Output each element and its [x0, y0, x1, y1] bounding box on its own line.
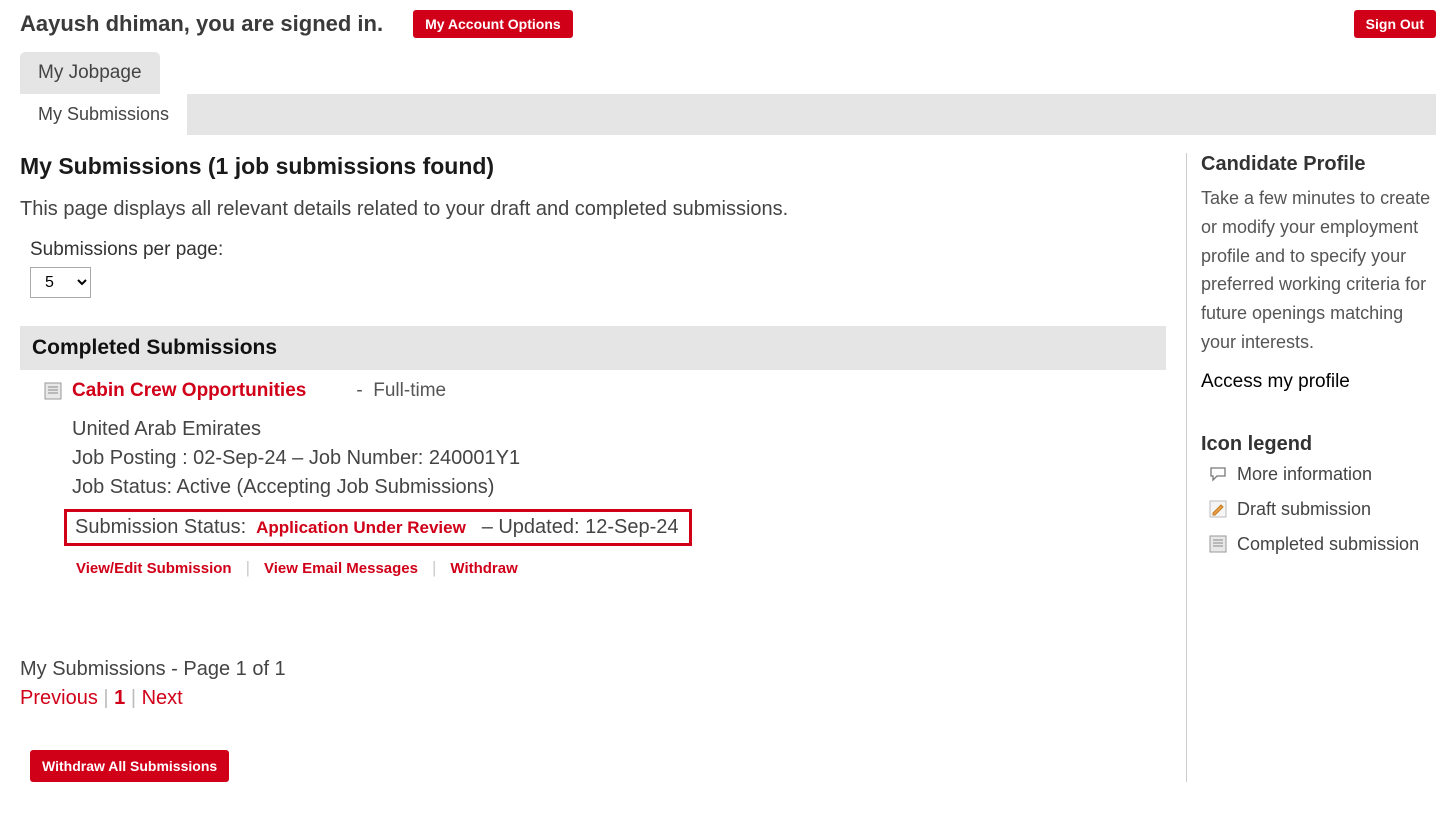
job-posting-line: Job Posting : 02-Sep-24 – Job Number: 24… — [72, 447, 1148, 470]
tab-submissions[interactable]: My Submissions — [20, 94, 187, 135]
legend-draft-text: Draft submission — [1237, 499, 1371, 520]
legend-more-info-text: More information — [1237, 464, 1372, 485]
legend-completed: Completed submission — [1209, 534, 1436, 555]
withdraw-link[interactable]: Withdraw — [450, 560, 517, 577]
job-location: United Arab Emirates — [72, 418, 1148, 441]
submission-item: Cabin Crew Opportunities - Full-time Uni… — [20, 370, 1166, 588]
view-email-link[interactable]: View Email Messages — [264, 560, 418, 577]
submission-actions: View/Edit Submission | View Email Messag… — [76, 558, 1148, 578]
signed-in-text: Aayush dhiman, you are signed in. — [20, 11, 383, 37]
pager-sep: | — [131, 687, 142, 709]
legend-completed-text: Completed submission — [1237, 534, 1419, 555]
main-layout: My Submissions (1 job submissions found)… — [20, 153, 1436, 782]
pager-links: Previous | 1 | Next — [20, 687, 1166, 710]
icon-legend-heading: Icon legend — [1201, 433, 1436, 456]
page-title: My Submissions (1 job submissions found) — [20, 153, 1166, 180]
submission-title-row: Cabin Crew Opportunities - Full-time — [44, 380, 1148, 402]
per-page-select[interactable]: 5 — [30, 267, 91, 298]
access-profile-link[interactable]: Access my profile — [1201, 371, 1350, 393]
withdraw-all-button[interactable]: Withdraw All Submissions — [30, 750, 229, 782]
completed-submissions-header: Completed Submissions — [20, 326, 1166, 370]
pager-next[interactable]: Next — [142, 687, 183, 709]
legend-draft: Draft submission — [1209, 499, 1436, 520]
header-bar: Aayush dhiman, you are signed in. My Acc… — [20, 10, 1436, 38]
job-type-sep: - — [356, 380, 362, 401]
action-separator: | — [246, 558, 250, 578]
main-content: My Submissions (1 job submissions found)… — [20, 153, 1166, 782]
header-left: Aayush dhiman, you are signed in. My Acc… — [20, 10, 573, 38]
page-description: This page displays all relevant details … — [20, 198, 1166, 221]
pager-summary: My Submissions - Page 1 of 1 — [20, 658, 1166, 681]
tab-jobpage[interactable]: My Jobpage — [20, 52, 160, 94]
legend-more-info: More information — [1209, 464, 1436, 485]
action-separator: | — [432, 558, 436, 578]
submission-updated: – Updated: 12-Sep-24 — [482, 516, 679, 538]
speech-bubble-icon — [1209, 465, 1227, 483]
candidate-profile-heading: Candidate Profile — [1201, 153, 1436, 176]
submission-status-box: Submission Status: Application Under Rev… — [64, 509, 692, 546]
pager-previous[interactable]: Previous — [20, 687, 98, 709]
sign-out-button[interactable]: Sign Out — [1354, 10, 1436, 38]
document-icon — [1209, 535, 1227, 553]
pager-sep: | — [103, 687, 114, 709]
tabs-outer: My Jobpage — [20, 52, 1436, 94]
submission-status-label: Submission Status: — [75, 516, 246, 538]
submission-status-value: Application Under Review — [256, 518, 466, 537]
view-edit-link[interactable]: View/Edit Submission — [76, 560, 232, 577]
completed-submission-icon — [44, 382, 62, 400]
account-options-button[interactable]: My Account Options — [413, 10, 573, 38]
job-type: - Full-time — [356, 380, 446, 402]
tabs-inner-bar: My Submissions — [20, 94, 1436, 135]
job-type-text: Full-time — [373, 380, 446, 401]
candidate-profile-text: Take a few minutes to create or modify y… — [1201, 184, 1436, 357]
sidebar: Candidate Profile Take a few minutes to … — [1186, 153, 1436, 782]
pager-current: 1 — [114, 687, 125, 709]
job-status-line: Job Status: Active (Accepting Job Submis… — [72, 476, 1148, 499]
per-page-label: Submissions per page: — [30, 239, 1166, 261]
job-title-link[interactable]: Cabin Crew Opportunities — [72, 380, 306, 402]
withdraw-all-wrap: Withdraw All Submissions — [30, 750, 1166, 782]
pencil-icon — [1209, 500, 1227, 518]
